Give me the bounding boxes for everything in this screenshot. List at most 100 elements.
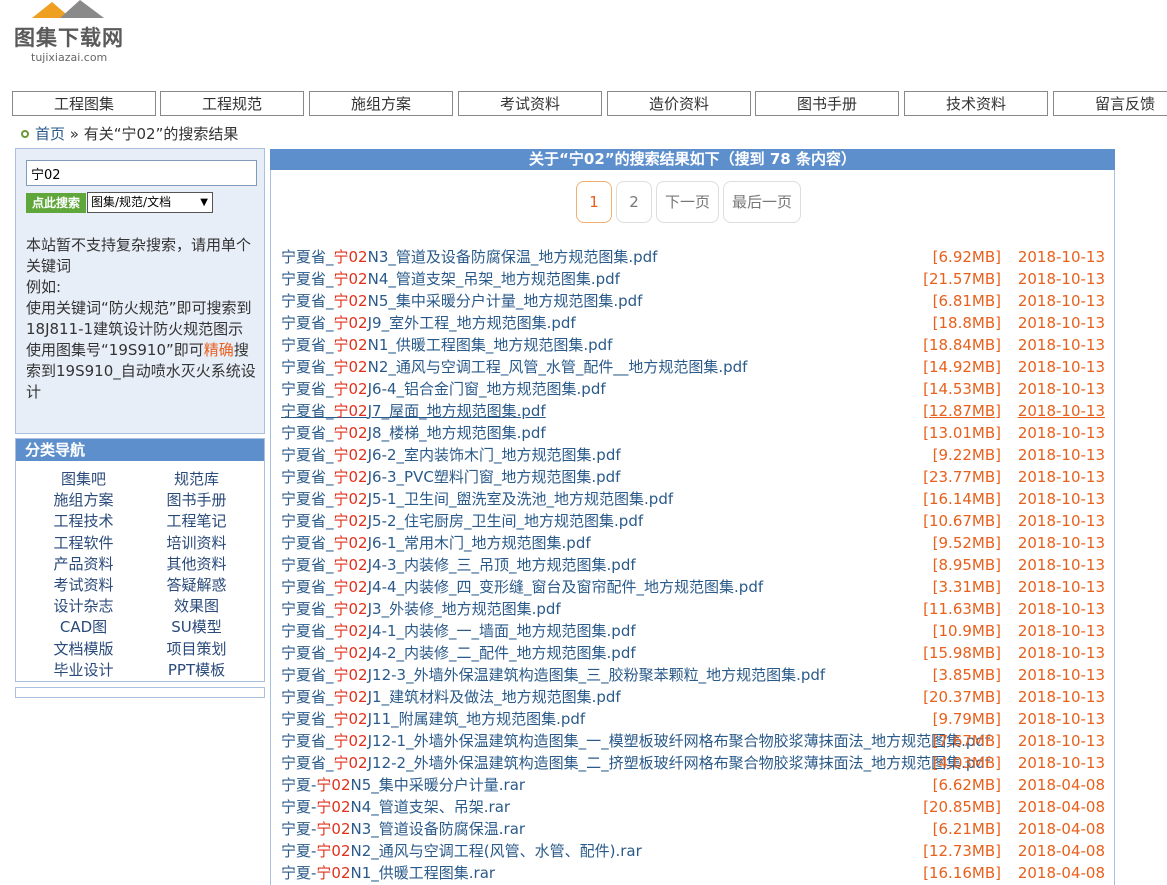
result-title-link[interactable]: 宁夏省_宁02J4-3_内装修_三_吊顶_地方规范图集.pdf <box>281 554 636 576</box>
category-link[interactable]: 图集吧 <box>21 469 146 489</box>
result-row[interactable]: 宁夏省_宁02N5_集中采暖分户计量_地方规范图集.pdf [6.81MB] 201… <box>281 290 1105 312</box>
result-row[interactable]: 宁夏省_宁02J4-1_内装修_一_墙面_地方规范图集.pdf [10.9MB] 2… <box>281 620 1105 642</box>
nav-item-construction-plans[interactable]: 施组方案 <box>309 91 453 116</box>
category-link[interactable]: 施组方案 <box>21 490 146 510</box>
result-title-link[interactable]: 宁夏省_宁02J12-1_外墙外保温建筑构造图集_一_模塑板玻纤网格布聚合物胶浆… <box>281 730 990 752</box>
result-title-link[interactable]: 宁夏省_宁02N1_供暖工程图集_地方规范图集.pdf <box>281 334 612 356</box>
nav-item-cost-materials[interactable]: 造价资料 <box>607 91 751 116</box>
result-row[interactable]: 宁夏省_宁02J12-1_外墙外保温建筑构造图集_一_模塑板玻纤网格布聚合物胶浆… <box>281 730 1105 752</box>
category-link[interactable]: 图书手册 <box>134 490 259 510</box>
category-link[interactable]: SU模型 <box>134 617 259 637</box>
result-title-link[interactable]: 宁夏-宁02N3_管道设备防腐保温.rar <box>281 818 525 840</box>
result-title-link[interactable]: 宁夏省_宁02N2_通风与空调工程_风管_水管_配件__地方规范图集.pdf <box>281 356 747 378</box>
result-row[interactable]: 宁夏省_宁02J3_外装修_地方规范图集.pdf [11.63MB] 2018-10… <box>281 598 1105 620</box>
search-input[interactable] <box>26 160 257 186</box>
result-row[interactable]: 宁夏省_宁02J7_屋面_地方规范图集.pdf [12.87MB] 2018-10-… <box>281 400 1105 422</box>
category-link[interactable]: 项目策划 <box>134 639 259 659</box>
result-row[interactable]: 宁夏省_宁02J4-3_内装修_三_吊顶_地方规范图集.pdf [8.95MB] 2… <box>281 554 1105 576</box>
result-title-link[interactable]: 宁夏省_宁02J7_屋面_地方规范图集.pdf <box>281 400 546 422</box>
page-2-link[interactable]: 2 <box>616 181 652 223</box>
result-row[interactable]: 宁夏省_宁02J4-4_内装修_四_变形缝_窗台及窗帘配件_地方规范图集.pdf… <box>281 576 1105 598</box>
dropdown-arrow-icon: ▼ <box>200 197 208 208</box>
nav-item-books-manuals[interactable]: 图书手册 <box>755 91 899 116</box>
result-title-link[interactable]: 宁夏省_宁02J11_附属建筑_地方规范图集.pdf <box>281 708 585 730</box>
result-title-link[interactable]: 宁夏省_宁02J1_建筑材料及做法_地方规范图集.pdf <box>281 686 621 708</box>
result-title-keyword: 宁02 <box>333 446 368 464</box>
search-type-select[interactable]: 图集/规范/文档 ▼ <box>87 192 213 213</box>
result-row[interactable]: 宁夏省_宁02N4_管道支架_吊架_地方规范图集.pdf [21.57MB] 201… <box>281 268 1105 290</box>
result-title-link[interactable]: 宁夏省_宁02J4-2_内装修_二_配件_地方规范图集.pdf <box>281 642 636 664</box>
category-link[interactable]: 答疑解惑 <box>134 575 259 595</box>
next-page-link[interactable]: 下一页 <box>656 181 720 223</box>
nav-item-engineering-specs[interactable]: 工程规范 <box>160 91 304 116</box>
result-row[interactable]: 宁夏省_宁02J6-2_室内装饰木门_地方规范图集.pdf [9.22MB] 201… <box>281 444 1105 466</box>
result-title-suffix: J4-4_内装修_四_变形缝_窗台及窗帘配件_地方规范图集.pdf <box>367 578 764 596</box>
result-row[interactable]: 宁夏省_宁02N3_管道及设备防腐保温_地方规范图集.pdf [6.92MB] 20… <box>281 246 1105 268</box>
result-row[interactable]: 宁夏省_宁02J11_附属建筑_地方规范图集.pdf [9.79MB] 2018-1… <box>281 708 1105 730</box>
result-title-link[interactable]: 宁夏省_宁02J3_外装修_地方规范图集.pdf <box>281 598 561 620</box>
result-row[interactable]: 宁夏省_宁02J6-1_常用木门_地方规范图集.pdf [9.52MB] 2018-… <box>281 532 1105 554</box>
site-logo[interactable]: 图集下载网 tujixiazai.com <box>14 0 134 66</box>
result-title-link[interactable]: 宁夏-宁02N5_集中采暖分户计量.rar <box>281 774 525 796</box>
result-title-link[interactable]: 宁夏省_宁02J6-4_铝合金门窗_地方规范图集.pdf <box>281 378 606 400</box>
category-link[interactable]: 工程软件 <box>21 533 146 553</box>
result-title-link[interactable]: 宁夏省_宁02J12-2_外墙外保温建筑构造图集_二_挤塑板玻纤网格布聚合物胶浆… <box>281 752 990 774</box>
category-link[interactable]: 毕业设计 <box>21 660 146 680</box>
result-row[interactable]: 宁夏-宁02N2_通风与空调工程(风管、水管、配件).rar [12.73MB] 2… <box>281 840 1105 862</box>
nav-item-engineering-atlas[interactable]: 工程图集 <box>12 91 156 116</box>
breadcrumb-home-link[interactable]: 首页 <box>35 125 65 143</box>
category-link[interactable]: 产品资料 <box>21 554 146 574</box>
result-title-link[interactable]: 宁夏省_宁02J5-1_卫生间_盥洗室及洗池_地方规范图集.pdf <box>281 488 673 510</box>
result-row[interactable]: 宁夏省_宁02J4-2_内装修_二_配件_地方规范图集.pdf [15.98MB]… <box>281 642 1105 664</box>
result-row[interactable]: 宁夏-宁02N5_集中采暖分户计量.rar [6.62MB] 2018-04-08 <box>281 774 1105 796</box>
nav-item-exam-materials[interactable]: 考试资料 <box>458 91 602 116</box>
category-link[interactable]: 规范库 <box>134 469 259 489</box>
result-row[interactable]: 宁夏省_宁02J5-2_住宅厨房_卫生间_地方规范图集.pdf [10.67MB]… <box>281 510 1105 532</box>
category-link[interactable]: 设计杂志 <box>21 596 146 616</box>
result-title-link[interactable]: 宁夏省_宁02J6-1_常用木门_地方规范图集.pdf <box>281 532 591 554</box>
result-row[interactable]: 宁夏省_宁02J6-4_铝合金门窗_地方规范图集.pdf [14.53MB] 201… <box>281 378 1105 400</box>
category-link[interactable]: 其他资料 <box>134 554 259 574</box>
result-title-link[interactable]: 宁夏省_宁02J8_楼梯_地方规范图集.pdf <box>281 422 546 444</box>
result-title-link[interactable]: 宁夏-宁02N1_供暖工程图集.rar <box>281 862 495 884</box>
category-link[interactable]: PPT模板 <box>134 660 259 680</box>
result-title-link[interactable]: 宁夏省_宁02J6-3_PVC塑料门窗_地方规范图集.pdf <box>281 466 620 488</box>
result-title-link[interactable]: 宁夏省_宁02N5_集中采暖分户计量_地方规范图集.pdf <box>281 290 642 312</box>
category-link[interactable]: 文档模版 <box>21 639 146 659</box>
result-row[interactable]: 宁夏-宁02N4_管道支架、吊架.rar [20.85MB] 2018-04-08 <box>281 796 1105 818</box>
category-link[interactable]: 效果图 <box>134 596 259 616</box>
result-row[interactable]: 宁夏-宁02N3_管道设备防腐保温.rar [6.21MB] 2018-04-08 <box>281 818 1105 840</box>
result-row[interactable]: 宁夏省_宁02J12-3_外墙外保温建筑构造图集_三_胶粉聚苯颗粒_地方规范图集… <box>281 664 1105 686</box>
results-panel: 1 2 下一页 最后一页 宁夏省_宁02N3_管道及设备防腐保温_地方规范图集.pdf… <box>270 170 1115 885</box>
result-row[interactable]: 宁夏省_宁02J9_室外工程_地方规范图集.pdf [18.8MB] 2018-10… <box>281 312 1105 334</box>
nav-item-feedback[interactable]: 留言反馈 <box>1053 91 1167 116</box>
nav-item-tech-materials[interactable]: 技术资料 <box>904 91 1048 116</box>
category-link[interactable]: CAD图 <box>21 617 146 637</box>
result-title-link[interactable]: 宁夏-宁02N4_管道支架、吊架.rar <box>281 796 510 818</box>
result-row[interactable]: 宁夏-宁02N1_供暖工程图集.rar [16.16MB] 2018-04-08 <box>281 862 1105 884</box>
result-title-link[interactable]: 宁夏省_宁02J4-4_内装修_四_变形缝_窗台及窗帘配件_地方规范图集.pdf <box>281 576 763 598</box>
result-title-link[interactable]: 宁夏省_宁02N4_管道支架_吊架_地方规范图集.pdf <box>281 268 620 290</box>
result-size: [6.81MB] <box>932 292 1001 310</box>
result-title-link[interactable]: 宁夏省_宁02J12-3_外墙外保温建筑构造图集_三_胶粉聚苯颗粒_地方规范图集… <box>281 664 825 686</box>
result-size: [20.85MB] <box>923 798 1001 816</box>
result-row[interactable]: 宁夏省_宁02J8_楼梯_地方规范图集.pdf [13.01MB] 2018-10-… <box>281 422 1105 444</box>
result-row[interactable]: 宁夏省_宁02N1_供暖工程图集_地方规范图集.pdf [18.84MB] 2018… <box>281 334 1105 356</box>
category-link[interactable]: 工程笔记 <box>134 511 259 531</box>
result-row[interactable]: 宁夏省_宁02J12-2_外墙外保温建筑构造图集_二_挤塑板玻纤网格布聚合物胶浆… <box>281 752 1105 774</box>
result-row[interactable]: 宁夏省_宁02J5-1_卫生间_盥洗室及洗池_地方规范图集.pdf [16.14M… <box>281 488 1105 510</box>
result-title-link[interactable]: 宁夏省_宁02J6-2_室内装饰木门_地方规范图集.pdf <box>281 444 621 466</box>
category-link[interactable]: 考试资料 <box>21 575 146 595</box>
result-title-link[interactable]: 宁夏省_宁02J9_室外工程_地方规范图集.pdf <box>281 312 576 334</box>
result-title-link[interactable]: 宁夏-宁02N2_通风与空调工程(风管、水管、配件).rar <box>281 840 642 862</box>
last-page-link[interactable]: 最后一页 <box>723 181 802 223</box>
category-link[interactable]: 培训资料 <box>134 533 259 553</box>
search-button[interactable]: 点此搜索 <box>26 193 86 213</box>
result-title-link[interactable]: 宁夏省_宁02N3_管道及设备防腐保温_地方规范图集.pdf <box>281 246 657 268</box>
result-row[interactable]: 宁夏省_宁02J6-3_PVC塑料门窗_地方规范图集.pdf [23.77MB] 2… <box>281 466 1105 488</box>
result-title-link[interactable]: 宁夏省_宁02J5-2_住宅厨房_卫生间_地方规范图集.pdf <box>281 510 643 532</box>
result-row[interactable]: 宁夏省_宁02J1_建筑材料及做法_地方规范图集.pdf [20.37MB] 201… <box>281 686 1105 708</box>
result-row[interactable]: 宁夏省_宁02N2_通风与空调工程_风管_水管_配件__地方规范图集.pdf [1… <box>281 356 1105 378</box>
category-link[interactable]: 工程技术 <box>21 511 146 531</box>
result-title-link[interactable]: 宁夏省_宁02J4-1_内装修_一_墙面_地方规范图集.pdf <box>281 620 636 642</box>
